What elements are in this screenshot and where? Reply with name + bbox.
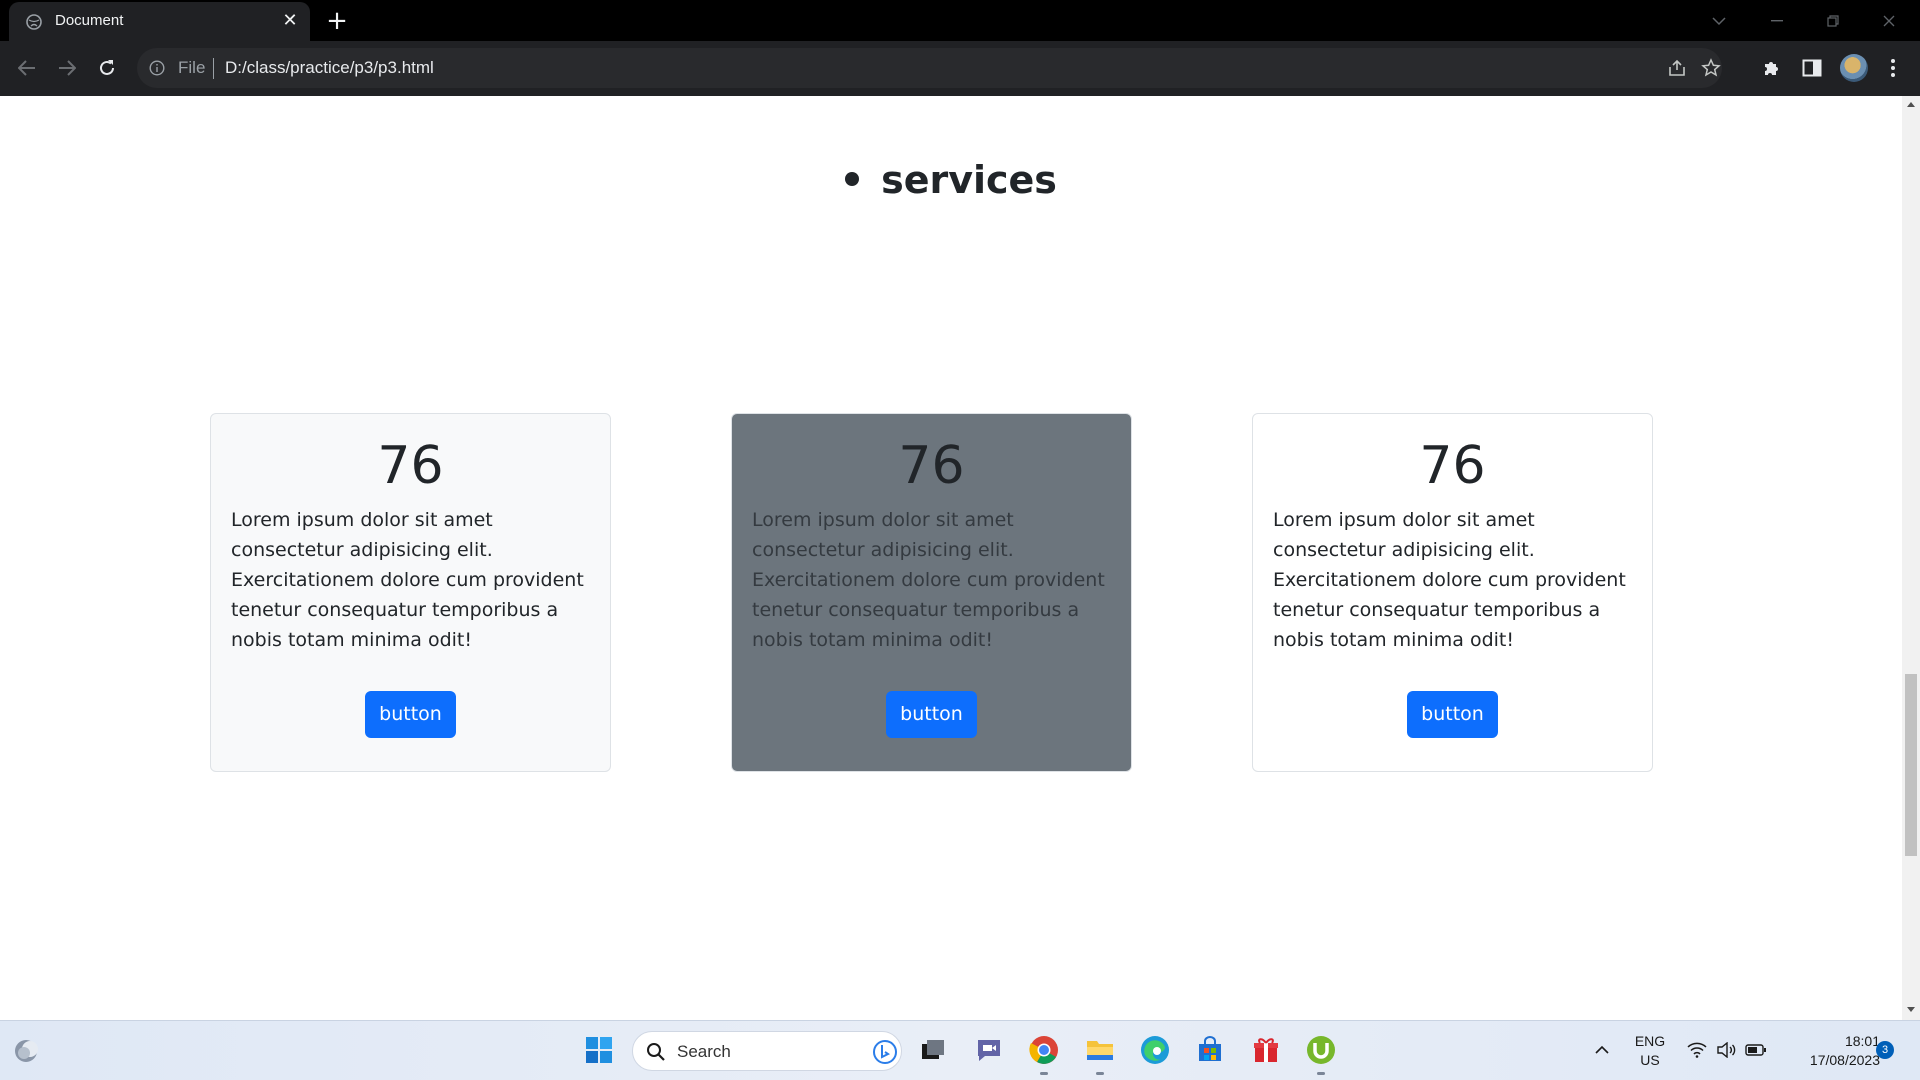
scroll-down-arrow-icon[interactable] [1907, 1007, 1915, 1012]
address-scheme-label: File [178, 58, 206, 77]
forward-icon[interactable] [53, 54, 81, 82]
card-text: Lorem ipsum dolor sit amet consectetur a… [752, 509, 1105, 651]
services-heading: services [0, 158, 1902, 202]
search-icon [647, 1043, 665, 1061]
notification-badge[interactable]: 3 [1876, 1041, 1894, 1059]
globe-icon [26, 14, 42, 30]
address-divider [213, 58, 214, 79]
reload-icon[interactable] [93, 54, 121, 82]
back-icon[interactable] [13, 54, 41, 82]
vertical-scrollbar[interactable] [1902, 96, 1920, 1020]
search-placeholder: Search [677, 1042, 731, 1061]
extensions-puzzle-icon[interactable] [1759, 55, 1785, 81]
kebab-menu-icon[interactable] [1880, 55, 1906, 81]
lang-line-1: ENG [1634, 1033, 1666, 1049]
clock-time: 18:01 [1844, 1033, 1880, 1049]
input-language-indicator[interactable]: ENG US [1628, 1032, 1672, 1070]
card-text: Lorem ipsum dolor sit amet consectetur a… [231, 509, 584, 651]
clock-date: 17/08/2023 [1809, 1052, 1880, 1068]
service-card-2: 76 Lorem ipsum dolor sit amet consectetu… [731, 413, 1132, 772]
edge-icon[interactable] [1138, 1033, 1172, 1067]
start-icon[interactable] [582, 1033, 616, 1067]
card-number: 76 [377, 436, 444, 496]
tab-search-icon[interactable] [1692, 0, 1746, 41]
browser-tab-strip: Document ✕ + [0, 0, 1920, 41]
card-number: 76 [898, 436, 965, 496]
teams-chat-icon[interactable] [972, 1033, 1006, 1067]
site-info-icon[interactable] [149, 60, 165, 76]
share-icon[interactable] [1664, 55, 1690, 81]
running-indicator [1040, 1072, 1048, 1075]
windows-taskbar: Search ENG US 18:01 17/08/2023 3 [0, 1020, 1920, 1080]
service-card-1: 76 Lorem ipsum dolor sit amet consectetu… [210, 413, 611, 772]
card-button[interactable]: button [886, 691, 977, 738]
tab-title: Document [55, 12, 124, 29]
bookmark-star-icon[interactable] [1698, 55, 1724, 81]
scroll-up-arrow-icon[interactable] [1907, 102, 1915, 107]
show-hidden-icons-chevron-icon[interactable] [1585, 1033, 1619, 1067]
running-indicator [1317, 1072, 1325, 1075]
service-card-3: 76 Lorem ipsum dolor sit amet consectetu… [1252, 413, 1653, 772]
close-window-icon[interactable] [1862, 0, 1916, 41]
page-viewport: services 76 Lorem ipsum dolor sit amet c… [0, 96, 1902, 1020]
volume-icon[interactable] [1709, 1033, 1743, 1067]
file-explorer-icon[interactable] [1083, 1033, 1117, 1067]
bing-icon[interactable] [873, 1040, 897, 1064]
taskbar-search-box[interactable]: Search [632, 1031, 902, 1071]
card-text: Lorem ipsum dolor sit amet consectetur a… [1273, 509, 1626, 651]
store-icon[interactable] [1193, 1033, 1227, 1067]
minimize-icon[interactable] [1750, 0, 1804, 41]
tab-close-icon[interactable]: ✕ [279, 10, 301, 32]
running-indicator [1096, 1072, 1104, 1075]
new-tab-button[interactable]: + [322, 7, 352, 37]
heading-text: services [881, 158, 1057, 202]
browser-toolbar: File D:/class/practice/p3/p3.html [0, 41, 1920, 96]
taskbar-clock[interactable]: 18:01 17/08/2023 [1780, 1032, 1880, 1070]
card-button[interactable]: button [365, 691, 456, 738]
task-view-icon[interactable] [916, 1033, 950, 1067]
browser-tab[interactable]: Document ✕ [9, 2, 310, 41]
card-button[interactable]: button [1407, 691, 1498, 738]
card-number: 76 [1419, 436, 1486, 496]
scroll-thumb[interactable] [1905, 674, 1917, 856]
widgets-weather-icon[interactable] [10, 1033, 44, 1067]
chrome-icon[interactable] [1027, 1033, 1061, 1067]
list-bullet [845, 171, 860, 186]
side-panel-icon[interactable] [1799, 55, 1825, 81]
lang-line-2: US [1640, 1052, 1660, 1068]
battery-icon[interactable] [1739, 1033, 1773, 1067]
restore-icon[interactable] [1806, 0, 1860, 41]
profile-avatar[interactable] [1840, 54, 1868, 82]
address-bar[interactable]: File D:/class/practice/p3/p3.html [137, 48, 1722, 88]
address-url[interactable]: D:/class/practice/p3/p3.html [225, 58, 434, 78]
gift-app-icon[interactable] [1249, 1033, 1283, 1067]
utorrent-icon[interactable] [1304, 1033, 1338, 1067]
